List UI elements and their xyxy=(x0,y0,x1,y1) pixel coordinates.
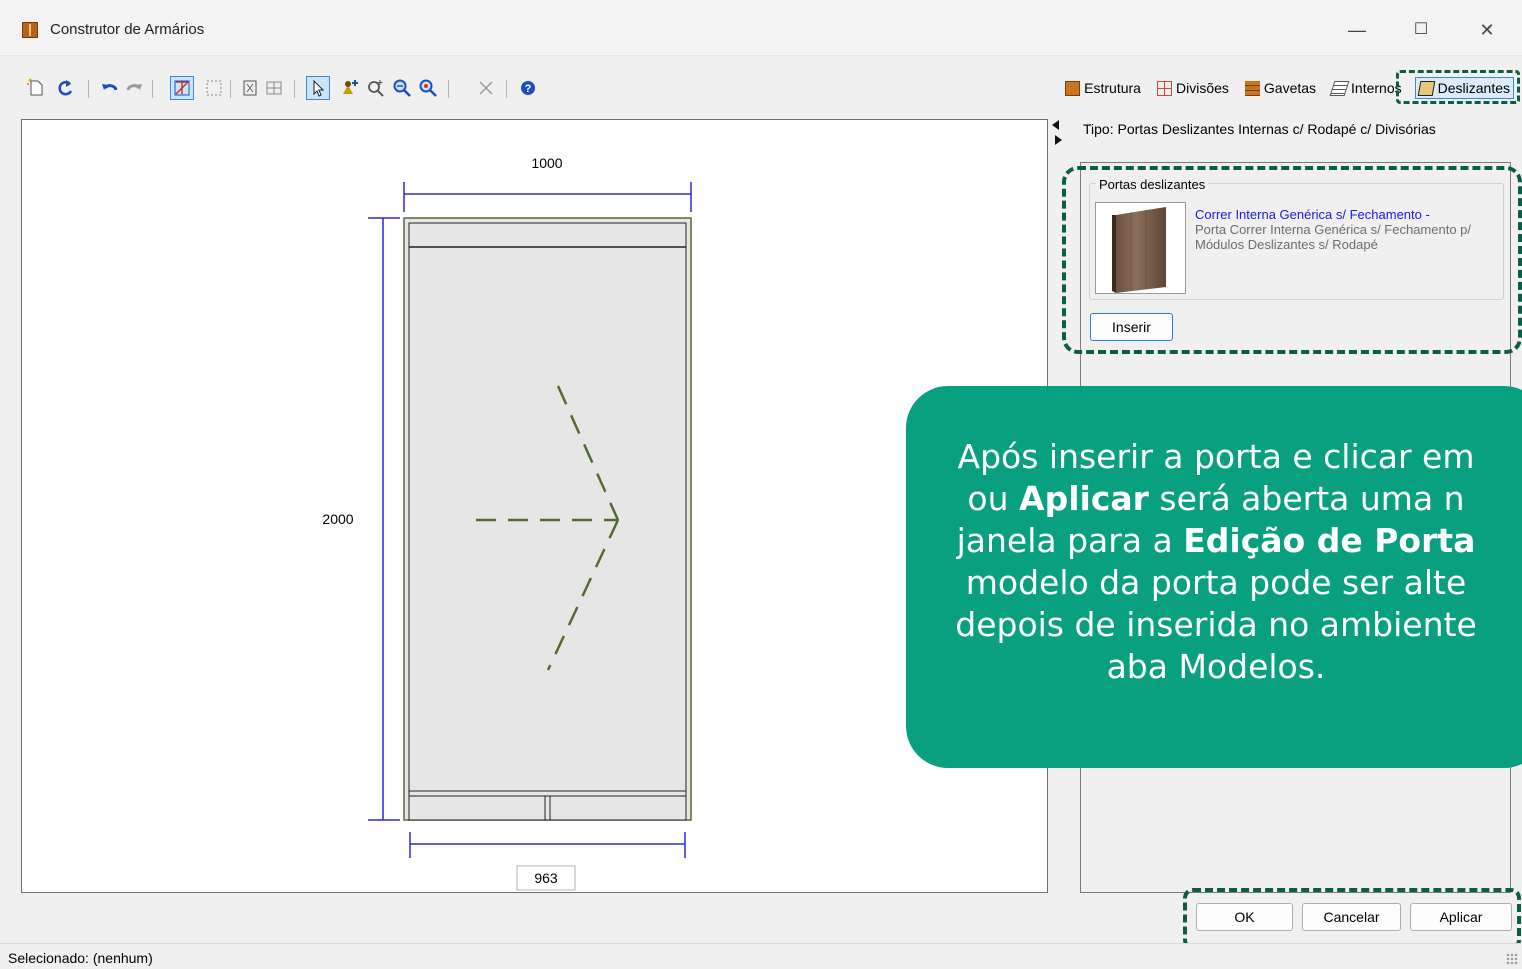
zoom-in-icon[interactable] xyxy=(366,78,386,98)
title-bar: Construtor de Armários — ☐ ✕ xyxy=(0,0,1522,56)
minimize-button[interactable]: — xyxy=(1334,12,1380,48)
frame-icon[interactable] xyxy=(240,78,260,98)
tipo-label: Tipo: Portas Deslizantes Internas c/ Rod… xyxy=(1083,121,1436,137)
drawers-icon xyxy=(1244,80,1260,96)
zoom-fit-icon[interactable] xyxy=(418,78,438,98)
cabinet-icon xyxy=(1065,80,1081,96)
height-dimension-label: 2000 xyxy=(322,511,353,527)
tab-gavetas[interactable]: Gavetas xyxy=(1242,77,1319,99)
maximize-button[interactable]: ☐ xyxy=(1398,12,1444,48)
redo-disabled-icon[interactable] xyxy=(124,78,144,98)
tab-estrutura[interactable]: Estrutura xyxy=(1062,77,1144,99)
drawing-canvas[interactable]: 1000 2000 963 xyxy=(21,119,1048,893)
tab-label: Estrutura xyxy=(1084,80,1141,96)
svg-text:?: ? xyxy=(525,83,532,95)
highlight-tab-frame xyxy=(1396,70,1520,104)
grid-icon[interactable] xyxy=(264,78,284,98)
tab-divisoes[interactable]: Divisões xyxy=(1154,77,1232,99)
redo-icon[interactable] xyxy=(56,78,76,98)
highlight-footer-buttons xyxy=(1183,888,1521,950)
app-icon xyxy=(22,22,38,38)
tab-label: Internos xyxy=(1351,80,1402,96)
close-button[interactable]: ✕ xyxy=(1464,12,1510,48)
inner-width-label: 963 xyxy=(534,870,558,886)
undo-icon[interactable] xyxy=(100,78,120,98)
divisions-icon xyxy=(1156,80,1172,96)
width-dimension-label: 1000 xyxy=(531,155,562,171)
status-bar: Selecionado: (nenhum) xyxy=(0,943,1522,969)
internals-icon xyxy=(1329,80,1350,96)
zoom-out-icon[interactable] xyxy=(392,78,412,98)
tab-label: Gavetas xyxy=(1263,80,1317,96)
status-text: Selecionado: (nenhum) xyxy=(8,950,153,966)
window-title: Construtor de Armários xyxy=(50,21,205,38)
dimension-icon[interactable] xyxy=(170,76,194,100)
pointer-icon[interactable] xyxy=(306,76,330,100)
panel-collapse-toggle[interactable] xyxy=(1050,118,1064,148)
help-icon[interactable]: ? xyxy=(518,78,538,98)
tab-internos[interactable]: Internos xyxy=(1329,77,1405,99)
resize-grip[interactable] xyxy=(1506,953,1518,965)
new-icon[interactable] xyxy=(26,78,46,98)
tab-label: Divisões xyxy=(1175,80,1229,96)
select-area-icon[interactable] xyxy=(204,78,224,98)
delete-icon[interactable] xyxy=(476,78,496,98)
highlight-door-group xyxy=(1062,166,1522,354)
add-item-icon[interactable] xyxy=(340,78,360,98)
